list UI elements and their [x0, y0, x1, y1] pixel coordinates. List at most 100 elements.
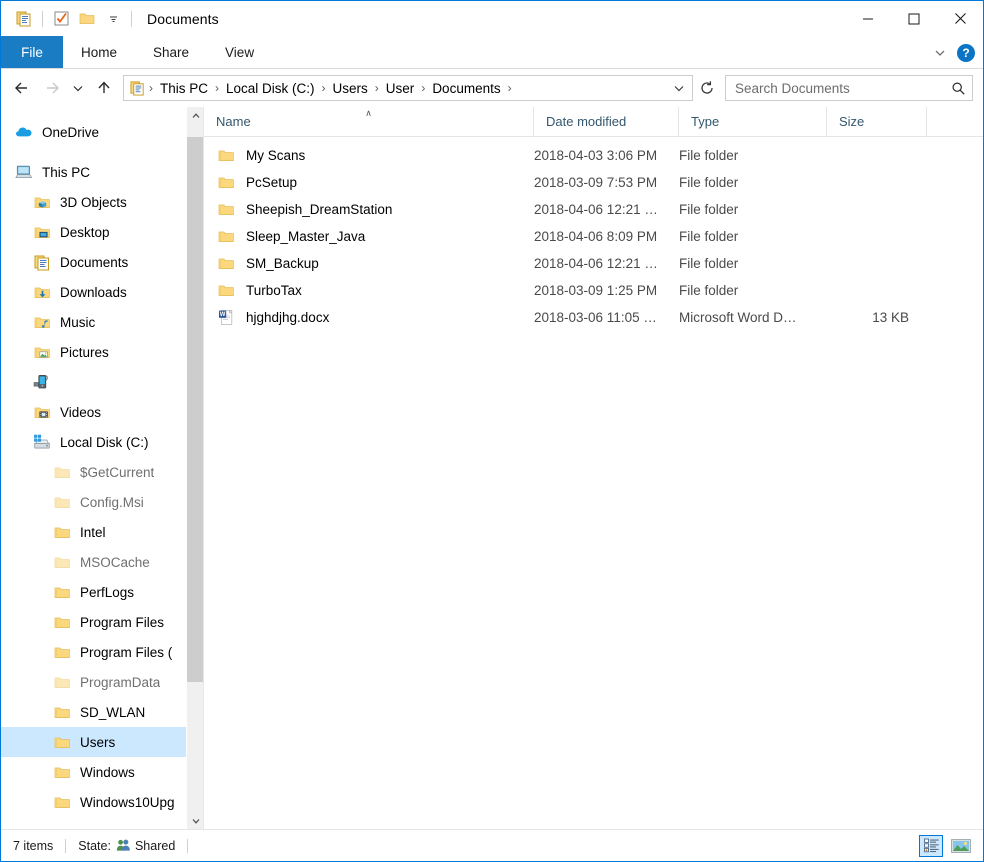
navigation-scrollbar[interactable] [186, 107, 203, 829]
column-header-name[interactable]: ∧ Name [204, 107, 534, 136]
sidebar-item-downloads[interactable]: Downloads [1, 277, 186, 307]
tab-file[interactable]: File [1, 36, 63, 68]
file-size-cell: 13 KB [872, 310, 909, 325]
help-button[interactable]: ? [957, 43, 975, 62]
local-disk-icon [31, 433, 53, 451]
breadcrumb-dropdown-chevron-icon[interactable] [668, 76, 690, 100]
file-date-cell: 2018-04-06 8:09 PM [534, 229, 658, 244]
file-row[interactable]: Sleep_Master_Java 2018-04-06 8:09 PM File … [204, 223, 983, 250]
sidebar-item-msocache[interactable]: MSOCache [1, 547, 186, 577]
breadcrumb-item-user[interactable]: User [381, 77, 420, 99]
breadcrumb-item-local-disk[interactable]: Local Disk (C:) [221, 77, 320, 99]
sidebar-item-windows10upg[interactable]: Windows10Upg [1, 787, 186, 817]
breadcrumb-item-this-pc[interactable]: This PC [155, 77, 213, 99]
scroll-up-button[interactable] [187, 107, 203, 124]
folder-icon [51, 494, 73, 511]
sidebar-item-windows[interactable]: Windows [1, 757, 186, 787]
status-bar: 7 items State: Shared [1, 829, 983, 861]
file-row[interactable]: TurboTax 2018-03-09 1:25 PM File folder [204, 277, 983, 304]
file-name-label: Sheepish_DreamStation [246, 202, 393, 217]
maximize-button[interactable] [891, 1, 937, 36]
word-document-icon: W [216, 309, 236, 326]
tab-share[interactable]: Share [135, 36, 207, 68]
tab-view[interactable]: View [207, 36, 272, 68]
breadcrumb-separator-0[interactable]: › [147, 77, 155, 99]
sidebar-item-desktop[interactable]: Desktop [1, 217, 186, 247]
folder-icon [51, 674, 73, 691]
file-row[interactable]: Sheepish_DreamStation 2018-04-06 12:21 … F… [204, 196, 983, 223]
share-state-label: State: [78, 838, 111, 853]
large-icons-view-button[interactable] [949, 835, 973, 857]
close-button[interactable] [937, 1, 983, 36]
scrollbar-thumb[interactable] [187, 137, 203, 682]
new-folder-check-icon[interactable] [48, 6, 74, 32]
sidebar-item-sd-wlan[interactable]: SD_WLAN [1, 697, 186, 727]
search-icon[interactable] [951, 81, 966, 96]
breadcrumb-item-documents[interactable]: Documents [427, 77, 505, 99]
column-header-type[interactable]: Type [679, 107, 827, 136]
up-button[interactable] [89, 73, 119, 103]
sidebar-item-music[interactable]: Music [1, 307, 186, 337]
column-header-size[interactable]: Size [827, 107, 927, 136]
sidebar-item-programdata[interactable]: ProgramData [1, 667, 186, 697]
status-divider-2 [187, 838, 189, 853]
customize-qat-chevron-icon[interactable] [100, 6, 126, 32]
file-row[interactable]: PcSetup 2018-03-09 7:53 PM File folder [204, 169, 983, 196]
breadcrumb[interactable]: › This PC › Local Disk (C:) › Users › Us… [123, 75, 693, 101]
file-name-label: Sleep_Master_Java [246, 229, 366, 244]
sidebar-item-getcurrent[interactable]: $GetCurrent [1, 457, 186, 487]
properties-icon[interactable] [11, 6, 37, 32]
minimize-button[interactable] [845, 1, 891, 36]
sidebar-item-users[interactable]: Users [1, 727, 186, 757]
file-row[interactable]: My Scans 2018-04-03 3:06 PM File folder [204, 142, 983, 169]
recent-locations-chevron-icon[interactable] [67, 73, 89, 103]
ribbon-tab-bar: File Home Share View ? [1, 36, 983, 69]
file-row[interactable]: SM_Backup 2018-04-06 12:21 … File folder [204, 250, 983, 277]
sidebar-item-label: SD_WLAN [80, 704, 146, 720]
search-input[interactable] [735, 80, 951, 96]
file-name-label: hjghdjhg.docx [246, 310, 330, 325]
breadcrumb-folder-icon [129, 80, 147, 96]
sidebar-item-program-files[interactable]: Program Files ( [1, 637, 186, 667]
folder-icon [51, 764, 73, 781]
details-view-button[interactable] [919, 834, 943, 857]
sidebar-item-label: $GetCurrent [80, 464, 155, 480]
breadcrumb-separator-1[interactable]: › [213, 77, 221, 99]
sidebar-item-3d-objects[interactable]: 3D Objects [1, 187, 186, 217]
breadcrumb-separator-4[interactable]: › [419, 77, 427, 99]
sidebar-item-videos[interactable]: Videos [1, 397, 186, 427]
breadcrumb-separator-5[interactable]: › [506, 77, 514, 99]
sidebar-item-local-disk-c[interactable]: Local Disk (C:) [1, 427, 186, 457]
share-state-value: Shared [134, 838, 176, 853]
file-row[interactable]: Whjghdjhg.docx 2018-03-06 11:05 … Microsof… [204, 304, 983, 331]
breadcrumb-separator-2[interactable]: › [320, 77, 328, 99]
sidebar-item-label: Users [80, 734, 116, 750]
new-folder-icon[interactable] [74, 6, 100, 32]
qat-divider-2 [131, 10, 132, 27]
breadcrumb-separator-3[interactable]: › [373, 77, 381, 99]
sidebar-item-program-files[interactable]: Program Files [1, 607, 186, 637]
sidebar-item-config-msi[interactable]: Config.Msi [1, 487, 186, 517]
sidebar-item-intel[interactable]: Intel [1, 517, 186, 547]
file-date-cell: 2018-03-09 7:53 PM [534, 175, 658, 190]
back-button[interactable] [7, 73, 37, 103]
file-type-cell: File folder [679, 256, 739, 271]
column-header-date-modified[interactable]: Date modified [534, 107, 679, 136]
tab-home[interactable]: Home [63, 36, 135, 68]
scroll-down-button[interactable] [187, 812, 203, 829]
breadcrumb-item-users[interactable]: Users [328, 77, 373, 99]
expand-ribbon-chevron-icon[interactable] [933, 46, 947, 60]
search-box[interactable] [725, 75, 973, 101]
refresh-button[interactable] [695, 75, 719, 101]
sidebar-item-onedrive[interactable]: OneDrive [1, 117, 186, 147]
sidebar-item-this-pc[interactable]: This PC [1, 157, 186, 187]
sidebar-item-pictures[interactable]: Pictures [1, 337, 186, 367]
forward-button[interactable] [37, 73, 67, 103]
shared-people-icon [116, 838, 131, 853]
sidebar-item-documents[interactable]: Documents [1, 247, 186, 277]
sidebar-item-label: Videos [60, 404, 102, 420]
file-date-cell: 2018-04-03 3:06 PM [534, 148, 658, 163]
sidebar-item-device[interactable] [1, 367, 186, 397]
sidebar-item-perflogs[interactable]: PerfLogs [1, 577, 186, 607]
file-type-cell: File folder [679, 229, 739, 244]
